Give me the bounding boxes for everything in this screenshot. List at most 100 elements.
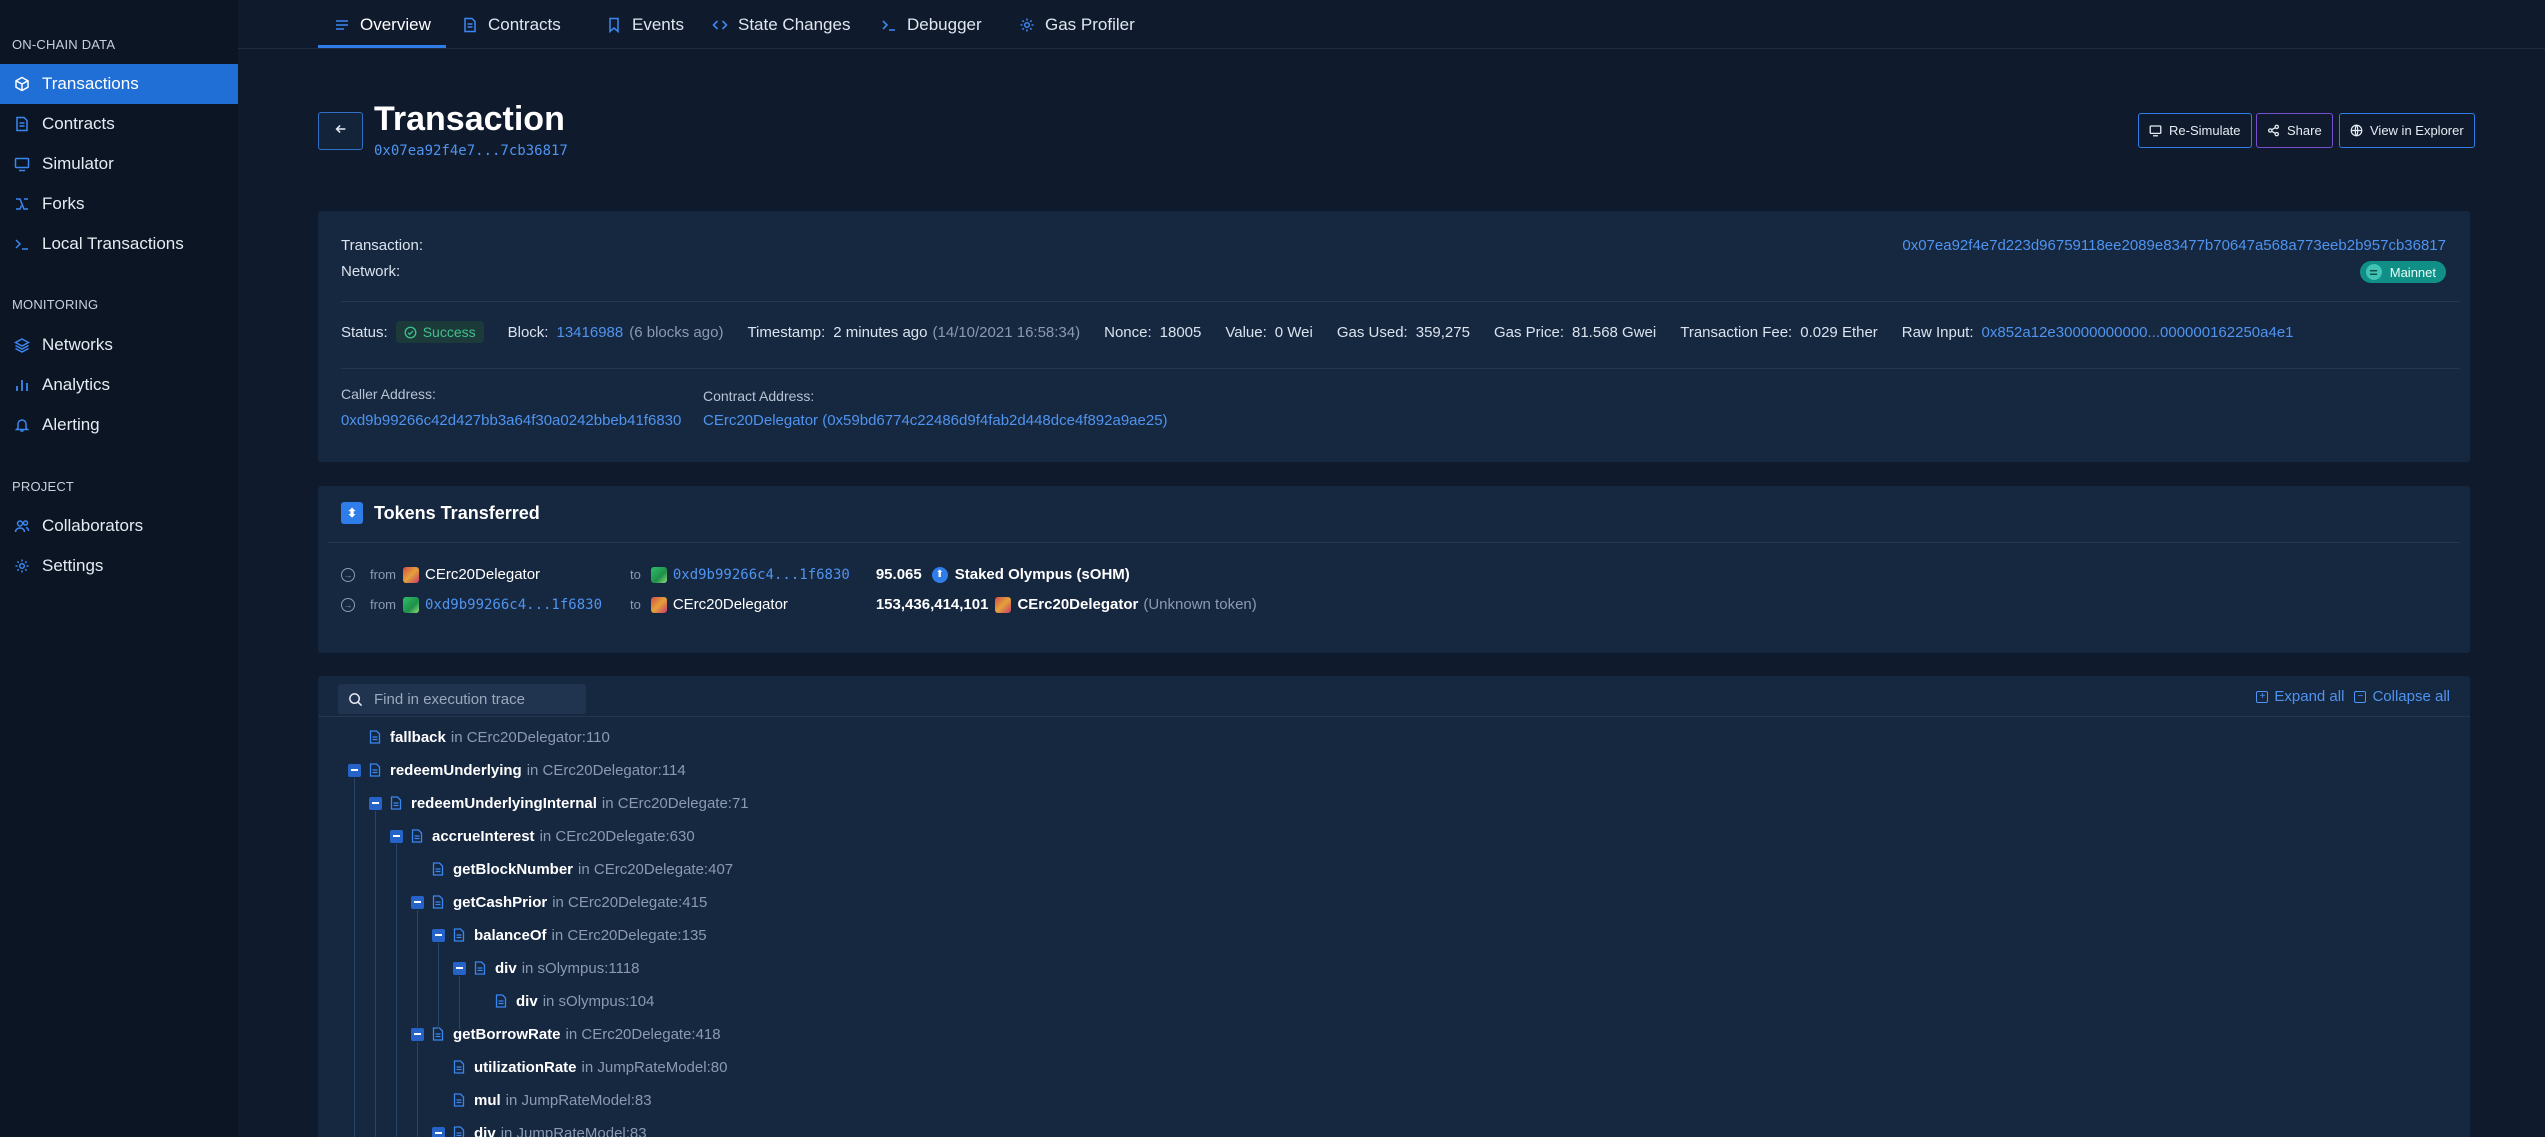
monitor-icon	[14, 156, 30, 172]
back-button[interactable]	[318, 112, 363, 150]
plus-square-icon: +	[2256, 690, 2269, 703]
tab-label: Overview	[360, 14, 431, 34]
tab-contracts[interactable]: Contracts	[446, 0, 561, 49]
view-in-explorer-button[interactable]: View in Explorer	[2339, 113, 2475, 148]
trace-row[interactable]: fallback in CErc20Delegator:110	[369, 727, 610, 747]
tab-overview[interactable]: Overview	[318, 0, 431, 49]
trace-row[interactable]: redeemUnderlying in CErc20Delegator:114	[348, 760, 686, 780]
collapse-toggle-icon[interactable]	[432, 928, 445, 942]
collapse-toggle-icon[interactable]	[348, 763, 361, 777]
collapse-toggle-icon[interactable]	[453, 961, 466, 975]
sidebar-item-label: Local Transactions	[42, 234, 184, 253]
raw-input-link[interactable]: 0x852a12e30000000000...000000162250a4e1	[1982, 324, 2294, 341]
gear-icon	[1019, 17, 1035, 33]
trace-row[interactable]: div in JumpRateModel:83	[432, 1123, 647, 1137]
trace-location: in CErc20Delegate:71	[601, 794, 749, 812]
fork-icon	[14, 196, 30, 212]
tab-label: State Changes	[738, 14, 851, 34]
document-icon	[453, 1060, 465, 1074]
token-transfer-row: → from 0xd9b99266c4...1f6830 to CErc20De…	[341, 596, 1257, 613]
trace-function-name: fallback	[390, 728, 446, 746]
contract-avatar	[650, 596, 667, 613]
tree-guide-line	[417, 1042, 418, 1137]
sidebar-item-analytics[interactable]: Analytics	[0, 365, 238, 405]
transfer-arrow-icon: →	[341, 567, 355, 582]
contract-address-label: Contract Address:	[703, 388, 815, 404]
transfer-to[interactable]: CErc20Delegator	[673, 596, 876, 613]
sidebar-item-alerting[interactable]: Alerting	[0, 405, 238, 445]
trace-row[interactable]: getBlockNumber in CErc20Delegate:407	[432, 859, 733, 879]
collapse-toggle-icon[interactable]	[432, 1126, 445, 1137]
tree-guide-line	[354, 778, 355, 1137]
contract-address-link[interactable]: CErc20Delegator (0x59bd6774c22486d9f4fab…	[703, 412, 1168, 429]
gas-used-value: 359,275	[1415, 323, 1470, 341]
list-icon	[334, 17, 350, 33]
tab-gas-profiler[interactable]: Gas Profiler	[1003, 0, 1135, 49]
transfer-to[interactable]: 0xd9b99266c4...1f6830	[673, 567, 876, 583]
share-button[interactable]: Share	[2256, 113, 2333, 148]
sidebar-item-collaborators[interactable]: Collaborators	[0, 506, 238, 546]
sidebar-section-onchain: ON-CHAIN DATA	[12, 37, 116, 52]
token-avatar	[995, 596, 1012, 613]
trace-row[interactable]: getBorrowRate in CErc20Delegate:418	[411, 1024, 721, 1044]
trace-row[interactable]: getCashPrior in CErc20Delegate:415	[411, 892, 707, 912]
caller-address-link[interactable]: 0xd9b99266c42d427bb3a64f30a0242bbeb41f68…	[341, 412, 681, 429]
trace-row[interactable]: utilizationRate in JumpRateModel:80	[453, 1057, 727, 1077]
expand-all-button[interactable]: + Expand all	[2256, 688, 2344, 705]
resimulate-button[interactable]: Re-Simulate	[2138, 113, 2252, 148]
collapse-all-button[interactable]: − Collapse all	[2354, 688, 2450, 705]
trace-function-name: balanceOf	[474, 926, 547, 944]
transfer-token[interactable]: Staked Olympus (sOHM)	[955, 566, 1130, 583]
sidebar-item-simulator[interactable]: Simulator	[0, 144, 238, 184]
sidebar-item-networks[interactable]: Networks	[0, 325, 238, 365]
transfer-from[interactable]: CErc20Delegator	[425, 566, 630, 583]
collapse-toggle-icon[interactable]	[390, 829, 403, 843]
address-avatar	[403, 596, 419, 613]
transfer-from[interactable]: 0xd9b99266c4...1f6830	[425, 597, 630, 613]
tab-label: Debugger	[907, 14, 982, 34]
trace-function-name: mul	[474, 1091, 501, 1109]
sidebar-item-local-transactions[interactable]: Local Transactions	[0, 224, 238, 264]
trace-row[interactable]: mul in JumpRateModel:83	[453, 1090, 652, 1110]
divider	[341, 368, 2460, 369]
fee-label: Transaction Fee:	[1680, 323, 1793, 341]
sidebar-item-transactions[interactable]: Transactions	[0, 64, 238, 104]
transaction-hash-full[interactable]: 0x07ea92f4e7d223d96759118ee2089e83477b70…	[1902, 237, 2446, 254]
trace-row[interactable]: accrueInterest in CErc20Delegate:630	[390, 826, 695, 846]
transaction-hash-short[interactable]: 0x07ea92f4e7...7cb36817	[374, 143, 568, 159]
tab-state-changes[interactable]: State Changes	[696, 0, 850, 49]
transfer-token[interactable]: CErc20Delegator	[1017, 596, 1138, 613]
document-icon	[453, 1126, 465, 1137]
transfer-amount: 95.065	[875, 566, 922, 583]
tab-label: Events	[632, 14, 684, 34]
sidebar-item-contracts[interactable]: Contracts	[0, 104, 238, 144]
timestamp-label: Timestamp:	[747, 323, 826, 341]
sidebar-item-label: Networks	[42, 335, 113, 354]
bell-icon	[14, 417, 30, 433]
tree-guide-line	[438, 943, 439, 1029]
trace-search-input[interactable]: Find in execution trace	[338, 684, 586, 714]
collapse-toggle-icon[interactable]	[411, 1027, 424, 1041]
sidebar-section-monitoring: MONITORING	[12, 297, 99, 312]
block-number-link[interactable]: 13416988	[556, 324, 623, 341]
sidebar-section-project: PROJECT	[12, 479, 75, 494]
sidebar-item-settings[interactable]: Settings	[0, 546, 238, 586]
sidebar: ON-CHAIN DATA Transactions Contracts Sim…	[0, 0, 238, 1137]
trace-function-name: accrueInterest	[432, 827, 535, 845]
trace-row[interactable]: balanceOf in CErc20Delegate:135	[432, 925, 707, 945]
trace-function-name: redeemUnderlying	[390, 761, 522, 779]
layers-icon	[14, 337, 30, 353]
trace-row[interactable]: div in sOlympus:104	[495, 991, 654, 1011]
tab-events[interactable]: Events	[590, 0, 684, 49]
timestamp-full: (14/10/2021 16:58:34)	[932, 323, 1081, 341]
tab-debugger[interactable]: Debugger	[865, 0, 982, 49]
sidebar-item-label: Settings	[42, 556, 104, 575]
trace-row[interactable]: redeemUnderlyingInternal in CErc20Delegat…	[369, 793, 749, 813]
sidebar-item-label: Analytics	[42, 375, 111, 394]
collapse-toggle-icon[interactable]	[369, 796, 382, 810]
block-label: Block:	[507, 323, 549, 341]
sidebar-item-forks[interactable]: Forks	[0, 184, 238, 224]
tokens-transferred-title: Tokens Transferred	[374, 502, 540, 523]
trace-row[interactable]: div in sOlympus:1118	[453, 958, 640, 978]
collapse-toggle-icon[interactable]	[411, 895, 424, 909]
